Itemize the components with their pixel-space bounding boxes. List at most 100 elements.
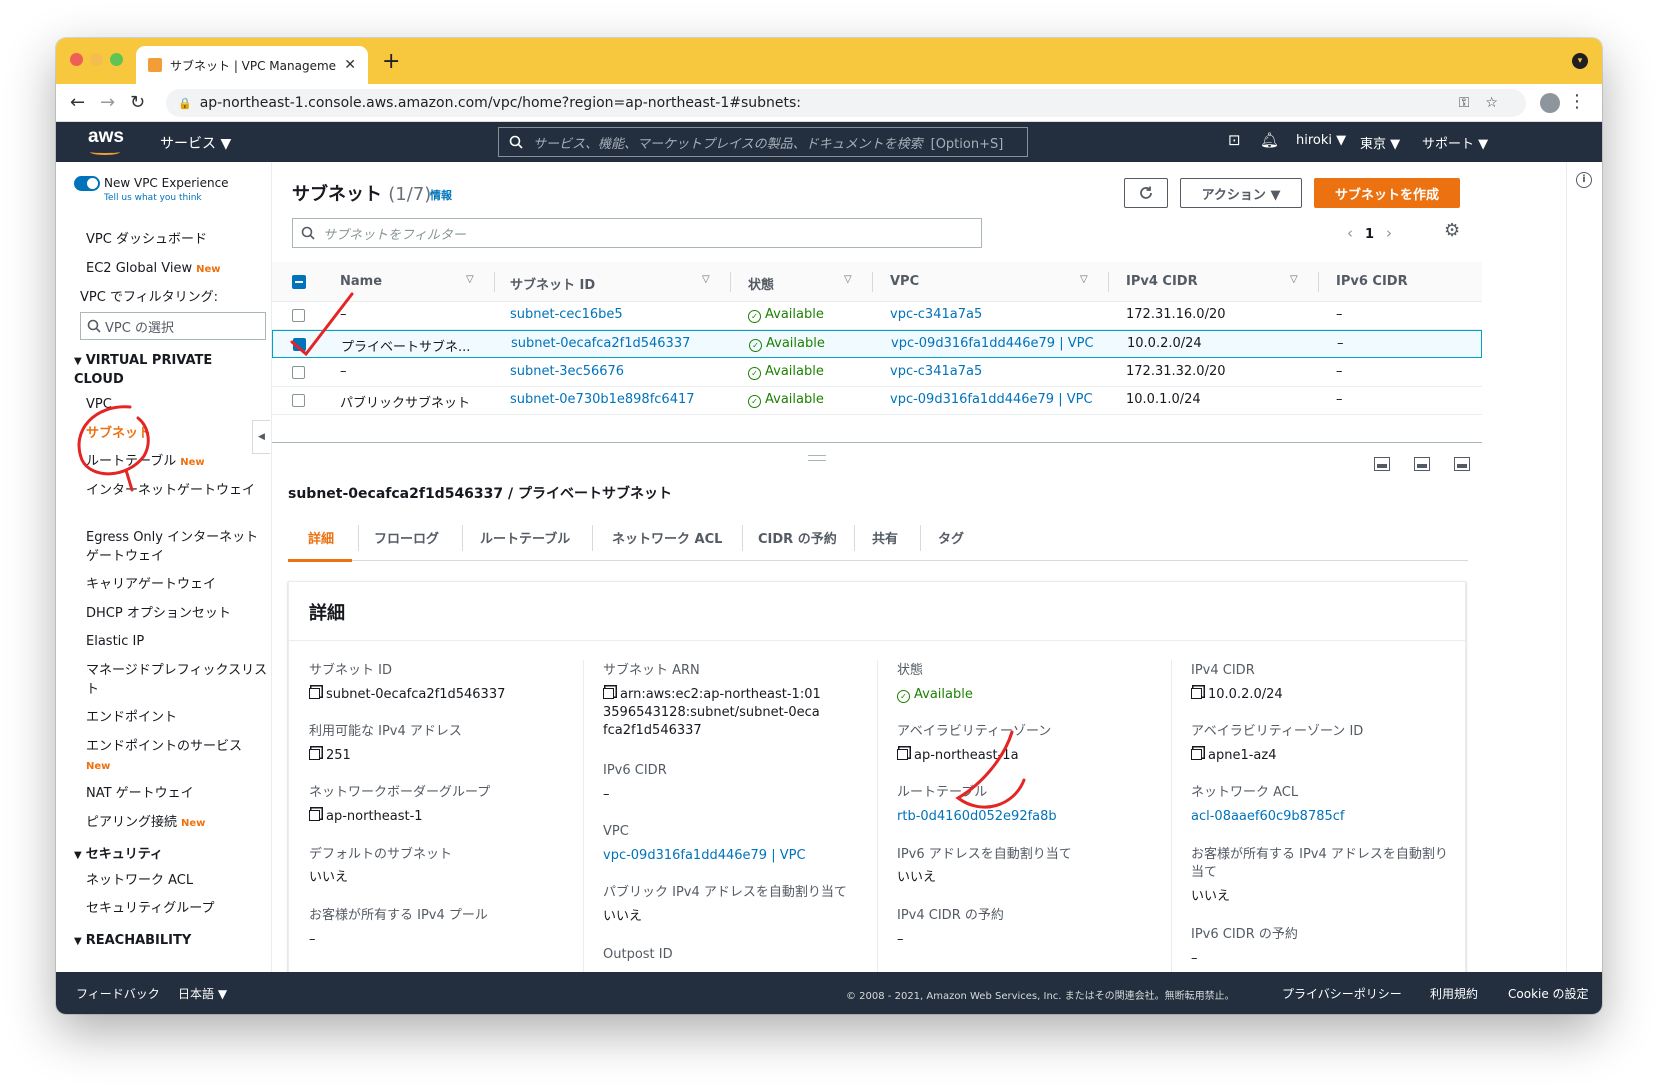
section-security[interactable]: ▼ セキュリティ — [74, 846, 254, 865]
new-tab-button[interactable]: + — [382, 49, 400, 74]
cookie-settings-link[interactable]: Cookie の設定 — [1508, 985, 1589, 1002]
maximize-window-button[interactable] — [110, 53, 123, 66]
table-row[interactable]: パブリックサブネット subnet-0e730b1e898fc6417 ✓ Ava… — [272, 387, 1482, 415]
cell-subnet-id-link[interactable]: subnet-cec16be5 — [510, 307, 623, 322]
tab-search-icon[interactable]: ▾ — [1572, 53, 1588, 69]
url-field[interactable]: 🔒 ap-northeast-1.console.aws.amazon.com/… — [166, 89, 1526, 117]
sidebar-item-dhcp-options[interactable]: DHCP オプションセット — [86, 604, 268, 623]
sidebar-item-endpoint-services[interactable]: エンドポイントのサービス New — [86, 737, 268, 776]
aws-search-input[interactable]: サービス、機能、マーケットプレイスの製品、ドキュメントを検索 [Option+S] — [498, 127, 1028, 157]
subnet-filter-input[interactable]: サブネットをフィルター — [292, 218, 982, 248]
services-menu-button[interactable]: サービス ▼ — [160, 133, 231, 153]
copy-icon[interactable] — [1191, 688, 1202, 699]
sidebar-item-internet-gateways[interactable]: インターネットゲートウェイ — [86, 481, 268, 500]
sidebar-item-carrier-gateways[interactable]: キャリアゲートウェイ — [86, 575, 268, 594]
language-selector[interactable]: 日本語 ▼ — [178, 985, 227, 1002]
cell-vpc-link[interactable]: vpc-c341a7a5 — [890, 307, 982, 322]
tell-us-link[interactable]: Tell us what you think — [104, 193, 202, 203]
sidebar-item-security-groups[interactable]: セキュリティグループ — [86, 899, 268, 918]
subnet-id-value[interactable]: subnet-0ecafca2f1d546337 — [309, 686, 505, 704]
cloudshell-icon[interactable]: ⊡ — [1228, 131, 1241, 149]
row-checkbox[interactable] — [292, 309, 305, 322]
aws-logo[interactable]: aws — [88, 126, 124, 148]
close-tab-icon[interactable]: ✕ — [344, 57, 356, 73]
resize-handle[interactable] — [808, 455, 826, 461]
gear-icon[interactable]: ⚙ — [1444, 220, 1460, 241]
sort-icon[interactable]: ▽ — [1290, 274, 1298, 285]
minimize-window-button[interactable] — [90, 53, 103, 66]
select-all-checkbox[interactable] — [292, 275, 306, 289]
table-row[interactable]: – subnet-3ec56676 ✓ Available vpc-c341a7a… — [272, 359, 1482, 387]
sidebar-item-network-acl[interactable]: ネットワーク ACL — [86, 871, 268, 890]
vpc-select-dropdown[interactable]: VPC の選択 — [80, 312, 266, 340]
network-acl-link[interactable]: acl-08aaef60c9b8785cf — [1191, 808, 1345, 826]
next-page-icon[interactable]: › — [1386, 224, 1392, 242]
user-menu[interactable]: hiroki ▼ — [1296, 133, 1346, 148]
sidebar-item-prefix-lists[interactable]: マネージドプレフィックスリスト — [86, 661, 268, 699]
column-header-name[interactable]: Name — [340, 274, 382, 289]
column-header-ipv4-cidr[interactable]: IPv4 CIDR — [1126, 274, 1198, 289]
copy-icon[interactable] — [309, 810, 320, 821]
availability-zone-value[interactable]: ap-northeast-1a — [897, 747, 1019, 765]
sidebar-item-route-tables[interactable]: ルートテーブル New — [86, 452, 268, 472]
info-icon[interactable]: i — [1576, 172, 1592, 188]
terms-link[interactable]: 利用規約 — [1430, 985, 1478, 1002]
browser-menu-icon[interactable]: ⋮ — [1568, 91, 1586, 112]
column-header-state[interactable]: 状態 — [748, 274, 774, 293]
sidebar-item-egress-only-igw[interactable]: Egress Only インターネットゲートウェイ — [86, 528, 268, 566]
column-header-vpc[interactable]: VPC — [890, 274, 919, 289]
split-full-icon[interactable] — [1454, 457, 1470, 471]
column-header-subnet-id[interactable]: サブネット ID — [510, 274, 595, 293]
info-link[interactable]: 情報 — [430, 187, 452, 203]
sidebar-item-ec2-global-view[interactable]: EC2 Global View New — [86, 259, 268, 279]
close-window-button[interactable] — [70, 53, 83, 66]
cell-vpc-link[interactable]: vpc-09d316fa1dd446e79 | VPC — [890, 392, 1093, 407]
network-border-group-value[interactable]: ap-northeast-1 — [309, 808, 423, 826]
sort-icon[interactable]: ▽ — [466, 274, 474, 285]
cell-vpc-link[interactable]: vpc-09d316fa1dd446e79 | VPC — [891, 336, 1094, 351]
row-checkbox[interactable] — [293, 338, 306, 351]
prev-page-icon[interactable]: ‹ — [1347, 224, 1353, 242]
az-id-value[interactable]: apne1-az4 — [1191, 747, 1276, 765]
tab-tags[interactable]: タグ — [938, 528, 964, 547]
create-subnet-button[interactable]: サブネットを作成 — [1314, 178, 1460, 208]
sidebar-item-vpc[interactable]: VPC — [86, 395, 268, 414]
sidebar-item-dashboard[interactable]: VPC ダッシュボード — [86, 230, 268, 249]
new-vpc-experience-toggle[interactable] — [74, 176, 100, 191]
copy-icon[interactable] — [309, 749, 320, 760]
tab-sharing[interactable]: 共有 — [872, 528, 898, 547]
tab-details[interactable]: 詳細 — [308, 528, 334, 547]
sidebar-item-elastic-ip[interactable]: Elastic IP — [86, 632, 268, 651]
cell-subnet-id-link[interactable]: subnet-0ecafca2f1d546337 — [511, 336, 690, 351]
sort-icon[interactable]: ▽ — [1080, 274, 1088, 285]
ipv4-cidr-value[interactable]: 10.0.2.0/24 — [1191, 686, 1283, 704]
support-menu[interactable]: サポート ▼ — [1422, 133, 1488, 152]
reload-icon[interactable]: ↻ — [130, 92, 145, 113]
sidebar-item-endpoints[interactable]: エンドポイント — [86, 708, 268, 727]
column-header-ipv6-cidr[interactable]: IPv6 CIDR — [1336, 274, 1408, 289]
extension-icon[interactable] — [1540, 93, 1560, 113]
bell-icon[interactable]: 🔔︎ — [1260, 131, 1279, 149]
current-page[interactable]: 1 — [1365, 227, 1374, 242]
cell-subnet-id-link[interactable]: subnet-3ec56676 — [510, 364, 624, 379]
forward-arrow-icon[interactable]: → — [100, 92, 115, 113]
subnet-arn-value[interactable]: arn:aws:ec2:ap-northeast-1:013596543128:… — [603, 686, 823, 740]
sidebar-item-nat-gateways[interactable]: NAT ゲートウェイ — [86, 784, 268, 803]
privacy-link[interactable]: プライバシーポリシー — [1282, 985, 1402, 1002]
tab-cidr-reservations[interactable]: CIDR の予約 — [758, 528, 837, 547]
refresh-button[interactable] — [1124, 178, 1168, 208]
sort-icon[interactable]: ▽ — [844, 274, 852, 285]
copy-icon[interactable] — [309, 688, 320, 699]
browser-tab[interactable]: サブネット | VPC Management C ✕ — [136, 46, 368, 84]
table-row-selected[interactable]: プライベートサブネ... subnet-0ecafca2f1d546337 ✓ A… — [272, 330, 1482, 358]
actions-button[interactable]: アクション ▼ — [1180, 178, 1302, 208]
row-checkbox[interactable] — [292, 366, 305, 379]
copy-icon[interactable] — [603, 688, 614, 699]
section-reachability[interactable]: ▼ REACHABILITY — [74, 932, 254, 951]
split-side-icon[interactable] — [1414, 457, 1430, 471]
cell-subnet-id-link[interactable]: subnet-0e730b1e898fc6417 — [510, 392, 695, 407]
vpc-link[interactable]: vpc-09d316fa1dd446e79 | VPC — [603, 847, 806, 865]
copy-icon[interactable] — [897, 749, 908, 760]
section-virtual-private-cloud[interactable]: ▼ VIRTUAL PRIVATE CLOUD — [74, 352, 254, 389]
cell-vpc-link[interactable]: vpc-c341a7a5 — [890, 364, 982, 379]
